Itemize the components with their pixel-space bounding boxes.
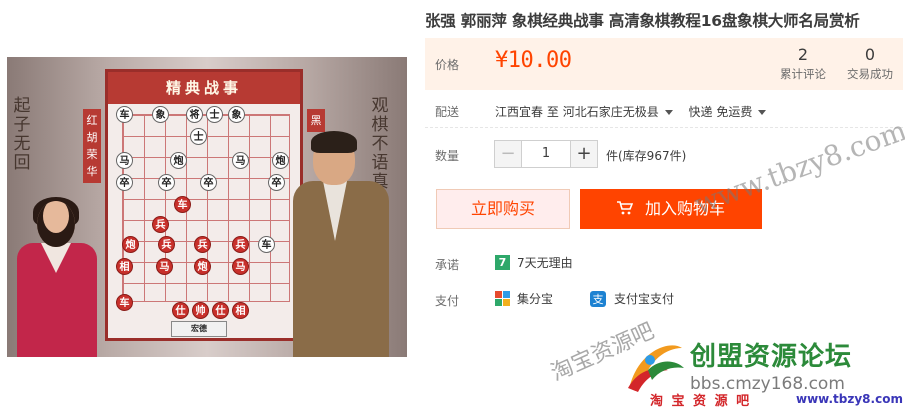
shipping-label: 配送 [435,105,460,119]
chess-piece: 马 [232,152,249,169]
presenter-man-hair [311,131,357,153]
chess-piece: 炮 [194,258,211,275]
chess-piece: 车 [116,294,133,311]
chess-piece: 仕 [212,302,229,319]
ship-from: 江西宜春 [495,105,544,119]
chess-piece: 卒 [116,174,133,191]
chess-piece: 兵 [158,236,175,253]
reviews-label: 累计评论 [780,67,826,81]
jifenbao-text: 集分宝 [517,292,554,306]
chess-piece: 马 [156,258,173,275]
payment-alipay: 支 支付宝支付 [590,290,674,307]
promise-label: 承诺 [435,258,460,272]
quantity-increase-button[interactable]: + [570,140,598,168]
presenter-woman-head [37,201,75,247]
stock-info: 件(库存967件) [606,149,687,163]
chess-piece: 炮 [122,236,139,253]
watermark-url: www.tbzy8.com [690,113,905,222]
quantity-decrease-button[interactable]: − [494,140,522,168]
forum-brand-sub-url: www.tbzy8.com [796,392,903,406]
chess-piece: 炮 [272,152,289,169]
product-main-image[interactable]: 起子无回 观棋不语真 精典战事 车 象 将 士 象 士 马 炮 马 炮 卒 卒 … [7,57,407,357]
chess-piece: 车 [116,106,133,123]
payment-label: 支付 [435,294,460,308]
chess-piece: 兵 [194,236,211,253]
chess-board: 精典战事 车 象 将 士 象 士 马 炮 马 炮 卒 卒 卒 卒 车 兵 炮 兵… [105,69,303,341]
sales-count: 0 [864,45,876,64]
quantity-stepper: − 1 + [494,140,598,168]
chess-piece: 卒 [268,174,285,191]
cart-icon [616,190,634,215]
chess-piece: 车 [258,236,275,253]
svg-text:支: 支 [593,293,604,306]
alipay-icon: 支 [590,290,606,307]
chess-piece: 将 [186,106,203,123]
buy-now-button[interactable]: 立即购买 [436,189,570,229]
chess-piece: 相 [116,258,133,275]
ship-method-select[interactable]: 快递 免运费 [689,105,773,119]
quantity-input[interactable]: 1 [522,140,570,168]
chess-piece: 仕 [172,302,189,319]
chevron-down-icon [758,109,767,115]
chess-piece: 兵 [232,236,249,253]
presenter-woman [11,197,103,357]
ship-destination-select[interactable]: 河北石家庄无极县 [563,105,679,119]
black-side-banner: 黑 [307,109,325,132]
quantity-label: 数量 [435,149,460,163]
promise-item[interactable]: 7 7天无理由 [495,254,573,271]
shipping-row: 江西宜春 至 河北石家庄无极县 快递 免运费 [495,103,772,120]
price-value: ¥10.00 [495,48,572,73]
product-page: 起子无回 观棋不语真 精典战事 车 象 将 士 象 士 马 炮 马 炮 卒 卒 … [0,0,905,411]
reviews-count: 2 [797,45,809,64]
chess-piece: 象 [152,106,169,123]
ship-method: 快递 免运费 [688,105,753,119]
red-side-banner: 红胡荣华 [83,109,101,183]
channel-logo: 宏德 [171,321,227,337]
alipay-text: 支付宝支付 [614,292,675,306]
ship-destination: 河北石家庄无极县 [562,105,659,119]
seven-day-return-icon: 7 [495,255,510,270]
chess-piece: 士 [190,128,207,145]
chess-piece: 马 [232,258,249,275]
chess-piece: 马 [116,152,133,169]
sales-stat: 0 交易成功 [840,44,900,82]
price-panel: 价格 ¥10.00 2 累计评论 0 交易成功 [425,38,903,90]
promise-text: 7天无理由 [517,256,573,270]
forum-brand-sub: 淘 宝 资 源 吧 [650,394,752,409]
product-title: 张强 郭丽萍 象棋经典战事 高清象棋教程16盘象棋大师名局赏析 [425,12,860,30]
presenter-man [293,131,397,357]
divider [425,127,903,128]
board-title: 精典战事 [108,72,300,104]
chess-piece: 卒 [200,174,217,191]
chess-piece: 相 [232,302,249,319]
chess-piece: 炮 [170,152,187,169]
jifenbao-icon [495,291,510,306]
chess-piece: 卒 [158,174,175,191]
forum-brand-watermark: 创盟资源论坛 bbs.cmzy168.com 淘 宝 资 源 吧 www.tbz… [620,330,905,411]
sales-label: 交易成功 [847,67,893,81]
ship-to-word: 至 [546,105,559,119]
reviews-stat[interactable]: 2 累计评论 [773,44,833,82]
chess-piece: 士 [206,106,223,123]
chevron-down-icon [664,109,673,115]
chess-piece: 兵 [152,216,169,233]
forum-brand-name: 创盟资源论坛 [690,342,853,372]
chess-piece: 象 [228,106,245,123]
payment-jifenbao: 集分宝 [495,290,553,307]
left-calligraphy: 起子无回 [13,96,31,173]
chess-piece: 车 [174,196,191,213]
price-label: 价格 [435,58,460,72]
chess-piece: 帅 [192,302,209,319]
